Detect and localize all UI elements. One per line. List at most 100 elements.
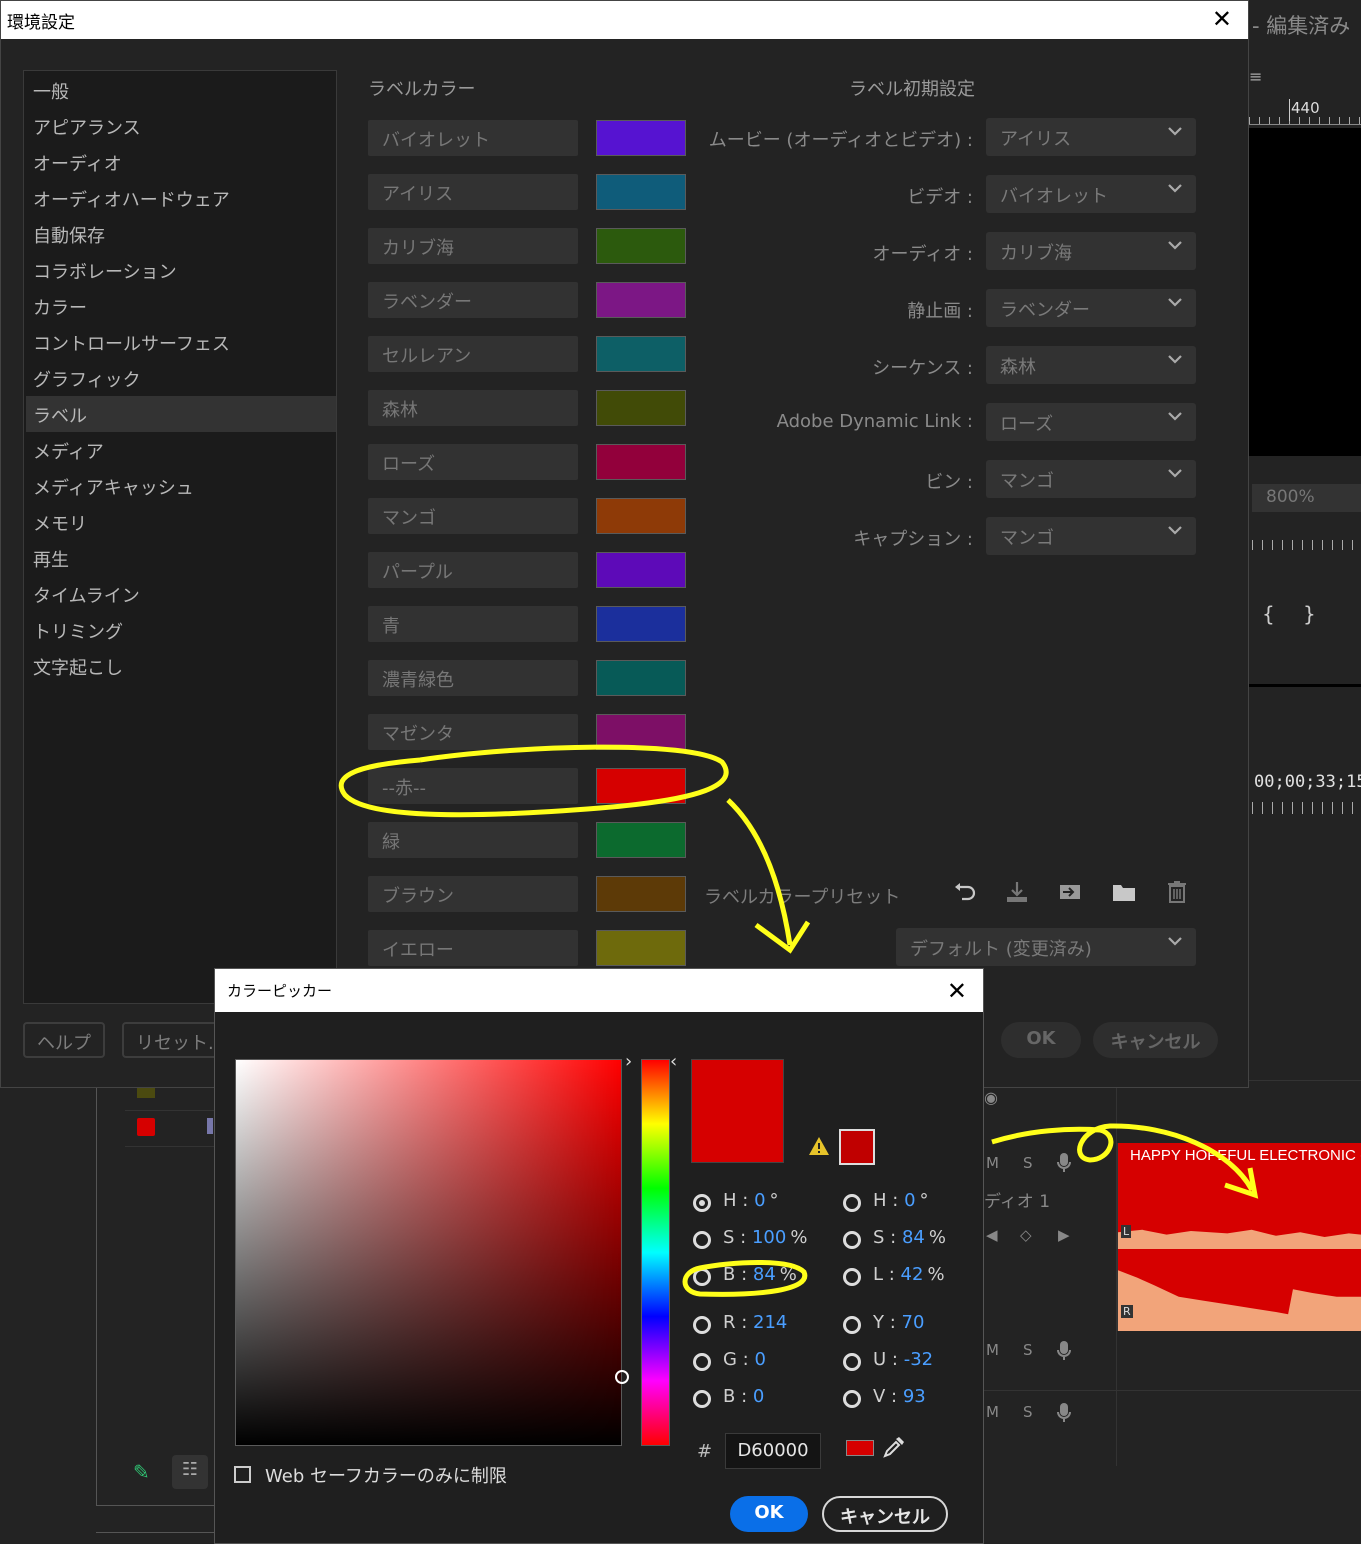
color-mode-radio[interactable] (843, 1316, 861, 1334)
out-point-icon[interactable]: } (1303, 602, 1316, 626)
label-name-field[interactable]: ブラウン (368, 876, 578, 912)
download-icon[interactable] (1004, 879, 1030, 905)
label-name-field[interactable]: ローズ (368, 444, 578, 480)
hex-input[interactable]: D60000 (725, 1433, 821, 1469)
label-color-swatch[interactable] (596, 930, 686, 966)
label-name-field[interactable]: 緑 (368, 822, 578, 858)
pen-icon[interactable]: ✎ (133, 1460, 150, 1484)
web-safe-swatch[interactable] (839, 1129, 875, 1165)
sidebar-item[interactable]: オーディオハードウェア (26, 180, 336, 216)
eye-icon[interactable]: ◉ (984, 1088, 998, 1107)
component-value[interactable]: 0 (754, 1349, 765, 1370)
sidebar-item[interactable]: ラベル (26, 396, 336, 432)
trash-icon[interactable] (1164, 879, 1190, 905)
label-color-swatch[interactable] (596, 552, 686, 588)
component-value[interactable]: 93 (903, 1386, 926, 1407)
component-value[interactable]: 214 (753, 1312, 787, 1333)
sidebar-item[interactable]: メディア (26, 432, 336, 468)
sidebar-item[interactable]: コラボレーション (26, 252, 336, 288)
sidebar-item[interactable]: コントロールサーフェス (26, 324, 336, 360)
label-color-swatch[interactable] (596, 822, 686, 858)
add-keyframe-icon[interactable]: ◇ (1020, 1226, 1032, 1244)
sidebar-item[interactable]: 再生 (26, 540, 336, 576)
component-value[interactable]: -32 (904, 1349, 933, 1370)
mute-toggle[interactable]: M (986, 1154, 999, 1172)
label-color-swatch[interactable] (596, 768, 686, 804)
hue-slider[interactable] (641, 1059, 670, 1446)
audio-clip[interactable]: HAPPY HOPEFUL ELECTRONIC ( L R (1117, 1143, 1361, 1331)
list-icon[interactable]: ☷ (172, 1455, 208, 1489)
color-field-cursor[interactable] (615, 1370, 629, 1384)
monitor-ruler[interactable]: 440 (1249, 95, 1361, 125)
label-color-swatch[interactable] (596, 336, 686, 372)
label-name-field[interactable]: マンゴ (368, 498, 578, 534)
color-mode-radio[interactable] (693, 1268, 711, 1286)
label-name-field[interactable]: バイオレット (368, 120, 578, 156)
saturation-brightness-field[interactable] (235, 1059, 629, 1446)
undo-icon[interactable] (951, 879, 977, 905)
label-name-field[interactable]: イエロー (368, 930, 578, 966)
sidebar-item[interactable]: 自動保存 (26, 216, 336, 252)
color-mode-radio[interactable] (693, 1231, 711, 1249)
prev-keyframe-icon[interactable]: ◀ (986, 1226, 998, 1244)
color-mode-radio[interactable] (843, 1353, 861, 1371)
hue-slider-arrow-left[interactable]: ‹ (670, 1051, 677, 1072)
in-point-icon[interactable]: { (1262, 602, 1275, 626)
label-color-swatch[interactable] (596, 606, 686, 642)
color-mode-radio[interactable] (843, 1390, 861, 1408)
default-dropdown[interactable]: ラベンダー (986, 289, 1196, 327)
label-color-swatch[interactable] (596, 228, 686, 264)
picker-cancel-button[interactable]: キャンセル (822, 1496, 948, 1532)
label-name-field[interactable]: 濃青緑色 (368, 660, 578, 696)
picker-ok-button[interactable]: OK (730, 1496, 808, 1532)
label-color-swatch[interactable] (596, 390, 686, 426)
default-dropdown[interactable]: カリブ海 (986, 232, 1196, 270)
label-name-field[interactable]: カリブ海 (368, 228, 578, 264)
component-value[interactable]: 42 (901, 1264, 924, 1285)
help-button[interactable]: ヘルプ (23, 1022, 105, 1058)
component-value[interactable]: 84 (753, 1264, 776, 1285)
close-icon[interactable]: ✕ (947, 977, 967, 1005)
component-value[interactable]: 0 (904, 1190, 915, 1211)
eyedropper-icon[interactable] (882, 1435, 906, 1459)
cancel-button[interactable]: キャンセル (1093, 1022, 1218, 1058)
component-value[interactable]: 70 (902, 1312, 925, 1333)
component-value[interactable]: 0 (753, 1386, 764, 1407)
label-name-field[interactable]: ラベンダー (368, 282, 578, 318)
label-name-field[interactable]: 森林 (368, 390, 578, 426)
label-color-swatch[interactable] (596, 120, 686, 156)
import-icon[interactable] (1057, 879, 1083, 905)
component-value[interactable]: 100 (752, 1227, 786, 1248)
solo-toggle[interactable]: S (1023, 1341, 1033, 1359)
label-color-swatch[interactable] (596, 498, 686, 534)
label-color-swatch[interactable] (596, 876, 686, 912)
sidebar-item[interactable]: 文字起こし (26, 648, 336, 684)
microphone-icon[interactable] (1056, 1402, 1072, 1424)
sidebar-item[interactable]: メディアキャッシュ (26, 468, 336, 504)
solo-toggle[interactable]: S (1023, 1154, 1033, 1172)
preset-dropdown[interactable]: デフォルト (変更済み) (896, 928, 1196, 966)
sidebar-item[interactable]: アピアランス (26, 108, 336, 144)
default-dropdown[interactable]: ローズ (986, 403, 1196, 441)
default-dropdown[interactable]: バイオレット (986, 175, 1196, 213)
timeline-timecode[interactable]: 00;00;33;15 (1254, 772, 1361, 792)
default-dropdown[interactable]: アイリス (986, 118, 1196, 156)
default-dropdown[interactable]: マンゴ (986, 460, 1196, 498)
close-icon[interactable]: ✕ (1212, 5, 1232, 33)
solo-toggle[interactable]: S (1023, 1403, 1033, 1421)
color-mode-radio[interactable] (693, 1390, 711, 1408)
color-mode-radio[interactable] (843, 1231, 861, 1249)
color-mode-radio[interactable] (843, 1194, 861, 1212)
label-name-field[interactable]: パープル (368, 552, 578, 588)
label-name-field[interactable]: セルレアン (368, 336, 578, 372)
label-color-swatch[interactable] (596, 174, 686, 210)
mute-toggle[interactable]: M (986, 1403, 999, 1421)
hue-slider-arrow-right[interactable]: › (625, 1051, 632, 1072)
warning-icon[interactable] (808, 1136, 830, 1156)
sidebar-item[interactable]: オーディオ (26, 144, 336, 180)
color-mode-radio[interactable] (693, 1316, 711, 1334)
color-mode-radio[interactable] (693, 1353, 711, 1371)
panel-menu-icon[interactable]: ≡ (1249, 67, 1262, 86)
label-name-field[interactable]: --赤-- (368, 768, 578, 804)
label-color-swatch[interactable] (596, 282, 686, 318)
